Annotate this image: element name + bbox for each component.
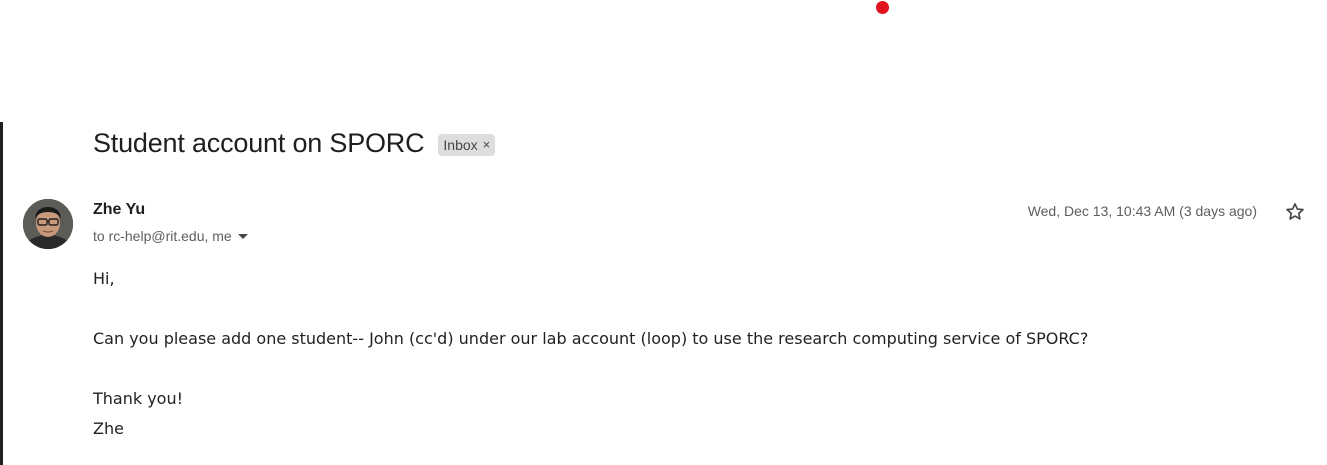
label-text: Inbox xyxy=(443,136,478,153)
recipients-text: to rc-help@rit.edu, me xyxy=(93,228,232,244)
avatar-photo-icon xyxy=(23,199,73,249)
inbox-label-chip[interactable]: Inbox × xyxy=(438,133,496,156)
body-message: Can you please add one student-- John (c… xyxy=(93,329,1089,348)
body-signature: Zhe xyxy=(93,419,124,438)
avatar[interactable] xyxy=(23,199,73,249)
cursor-indicator xyxy=(876,1,889,14)
recipients-line[interactable]: to rc-help@rit.edu, me xyxy=(93,228,248,244)
window-edge-divider xyxy=(0,122,3,465)
subject-row: Student account on SPORC Inbox × xyxy=(93,128,496,159)
caret-down-icon[interactable] xyxy=(237,233,248,239)
sender-name[interactable]: Zhe Yu xyxy=(93,201,145,219)
email-date[interactable]: Wed, Dec 13, 10:43 AM (3 days ago) xyxy=(1028,203,1257,219)
star-icon[interactable] xyxy=(1284,201,1306,223)
email-subject: Student account on SPORC xyxy=(93,128,425,158)
body-greeting: Hi, xyxy=(93,269,115,288)
close-icon[interactable]: × xyxy=(483,137,491,152)
email-body: Hi, Can you please add one student-- Joh… xyxy=(93,264,1088,444)
body-closing: Thank you! xyxy=(93,389,184,408)
